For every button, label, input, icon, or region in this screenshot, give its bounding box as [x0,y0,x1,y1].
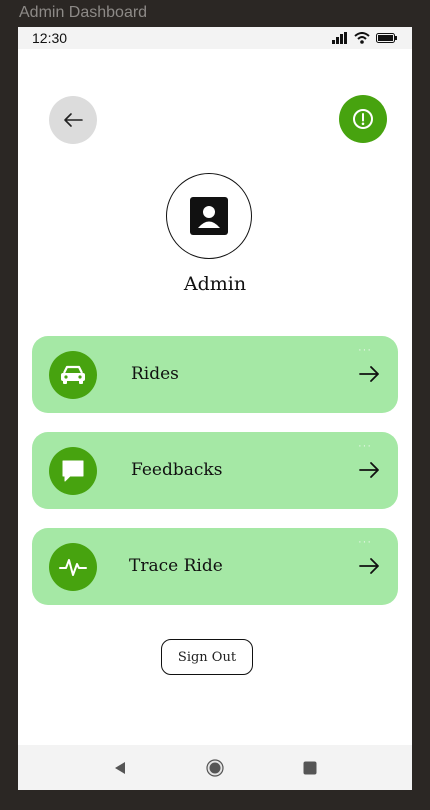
back-triangle-icon [115,762,125,774]
menu-item-feedbacks[interactable]: Feedbacks ··· [32,432,398,509]
more-dots-icon: ··· [358,440,372,452]
menu-item-label: Trace Ride [129,556,223,576]
card-icon-badge [49,543,97,591]
phone-screen: 12:30 Admin Rides ··· Feedbacks ··· Trac… [18,27,412,790]
alert-button[interactable] [339,95,387,143]
system-nav-bar [18,745,412,790]
sign-out-button[interactable]: Sign Out [161,639,253,675]
user-badge-icon [190,197,228,235]
arrow-right-icon [359,558,379,574]
home-circle-icon [206,759,224,777]
arrow-left-icon [64,113,83,127]
battery-icon [376,33,397,43]
status-time: 12:30 [32,30,68,46]
profile-name: Admin [183,273,247,295]
menu-item-label: Rides [131,364,179,384]
nav-home-button[interactable] [205,758,225,778]
back-button[interactable] [49,96,97,144]
menu-item-rides[interactable]: Rides ··· [32,336,398,413]
message-icon [62,460,84,482]
window-title: Admin Dashboard [19,4,148,21]
recents-square-icon [303,761,317,775]
status-icons [332,31,398,45]
nav-back-button[interactable] [110,758,130,778]
nav-recents-button[interactable] [300,758,320,778]
car-icon [61,365,85,384]
menu-item-label: Feedbacks [131,460,223,480]
arrow-right-icon [359,366,379,382]
more-dots-icon: ··· [358,344,372,356]
signal-icon [332,32,347,44]
status-bar: 12:30 [18,27,412,49]
avatar [166,173,252,259]
exclamation-circle-icon [353,109,373,129]
more-dots-icon: ··· [358,536,372,548]
card-icon-badge [49,351,97,399]
card-icon-badge [49,447,97,495]
pulse-icon [59,559,87,576]
wifi-icon [354,32,370,44]
menu-item-trace-ride[interactable]: Trace Ride ··· [32,528,398,605]
arrow-right-icon [359,462,379,478]
